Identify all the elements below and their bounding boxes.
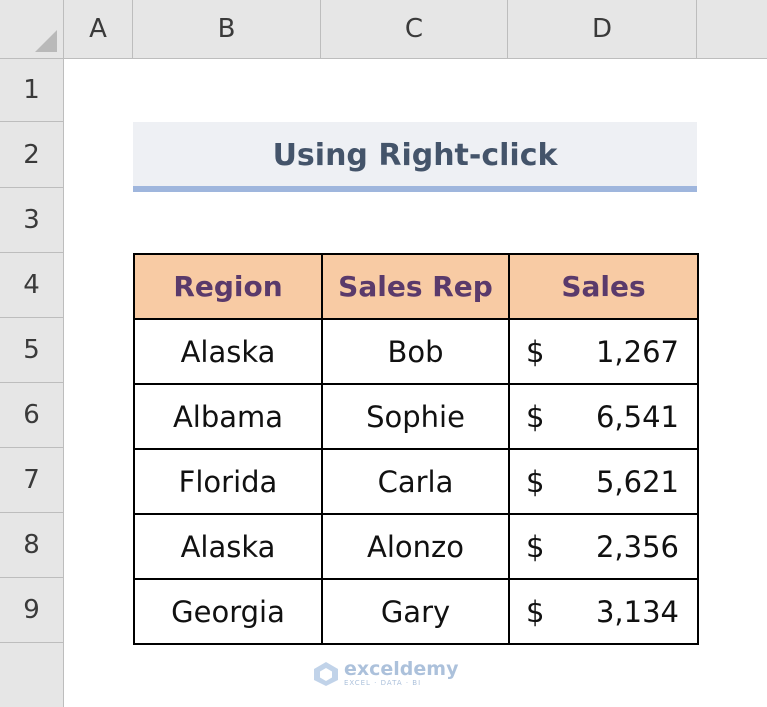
exceldemy-logo-icon xyxy=(314,661,338,686)
header-region[interactable]: Region xyxy=(133,253,323,320)
column-header-d[interactable]: D xyxy=(508,0,697,59)
cell-region[interactable]: Alaska xyxy=(133,513,323,580)
cell-region[interactable]: Florida xyxy=(133,448,323,515)
table-row: Albama Sophie $ 6,541 xyxy=(133,383,699,450)
column-header-b[interactable]: B xyxy=(133,0,321,59)
sales-amount: 5,621 xyxy=(595,464,679,499)
watermark-tagline: EXCEL · DATA · BI xyxy=(344,679,422,687)
table-row: Alaska Alonzo $ 2,356 xyxy=(133,513,699,580)
row-header-10-partial[interactable] xyxy=(0,643,64,707)
sales-amount: 3,134 xyxy=(595,594,679,629)
table-row: Florida Carla $ 5,621 xyxy=(133,448,699,515)
cell-sales[interactable]: $ 6,541 xyxy=(508,383,699,450)
row-header-9[interactable]: 9 xyxy=(0,578,64,643)
cell-sales-rep[interactable]: Alonzo xyxy=(321,513,510,580)
row-header-3[interactable]: 3 xyxy=(0,188,64,253)
sales-amount: 1,267 xyxy=(595,334,679,369)
exceldemy-watermark: exceldemy EXCEL · DATA · BI xyxy=(312,660,458,687)
select-all-corner[interactable] xyxy=(0,0,64,59)
watermark-name: exceldemy xyxy=(344,658,459,680)
row-header-6[interactable]: 6 xyxy=(0,383,64,448)
row-header-2[interactable]: 2 xyxy=(0,122,64,188)
cell-sales-rep[interactable]: Carla xyxy=(321,448,510,515)
cell-region[interactable]: Albama xyxy=(133,383,323,450)
cell-sales[interactable]: $ 3,134 xyxy=(508,578,699,645)
row-header-4[interactable]: 4 xyxy=(0,253,64,318)
currency-symbol: $ xyxy=(526,464,545,499)
sales-amount: 2,356 xyxy=(595,529,679,564)
cell-sales-rep[interactable]: Bob xyxy=(321,318,510,385)
currency-symbol: $ xyxy=(526,399,545,434)
title-underline xyxy=(133,186,697,192)
row-header-7[interactable]: 7 xyxy=(0,448,64,513)
column-header-a[interactable]: A xyxy=(64,0,133,59)
row-header-5[interactable]: 5 xyxy=(0,318,64,383)
currency-symbol: $ xyxy=(526,594,545,629)
row-header-8[interactable]: 8 xyxy=(0,513,64,578)
sales-table: Region Sales Rep Sales Alaska Bob $ 1,26… xyxy=(133,253,699,645)
sheet-title[interactable]: Using Right-click xyxy=(133,122,697,188)
sales-amount: 6,541 xyxy=(595,399,679,434)
cell-region[interactable]: Alaska xyxy=(133,318,323,385)
table-row: Alaska Bob $ 1,267 xyxy=(133,318,699,385)
header-sales-rep[interactable]: Sales Rep xyxy=(321,253,510,320)
currency-symbol: $ xyxy=(526,529,545,564)
column-header-c[interactable]: C xyxy=(321,0,508,59)
header-sales[interactable]: Sales xyxy=(508,253,699,320)
cell-sales-rep[interactable]: Gary xyxy=(321,578,510,645)
cell-sales[interactable]: $ 2,356 xyxy=(508,513,699,580)
row-header-1[interactable]: 1 xyxy=(0,59,64,122)
table-header-row: Region Sales Rep Sales xyxy=(133,253,699,320)
currency-symbol: $ xyxy=(526,334,545,369)
cell-sales[interactable]: $ 5,621 xyxy=(508,448,699,515)
cell-sales-rep[interactable]: Sophie xyxy=(321,383,510,450)
cell-region[interactable]: Georgia xyxy=(133,578,323,645)
select-all-triangle-icon xyxy=(35,30,57,52)
table-row: Georgia Gary $ 3,134 xyxy=(133,578,699,645)
column-header-e-partial[interactable] xyxy=(697,0,767,59)
cell-sales[interactable]: $ 1,267 xyxy=(508,318,699,385)
